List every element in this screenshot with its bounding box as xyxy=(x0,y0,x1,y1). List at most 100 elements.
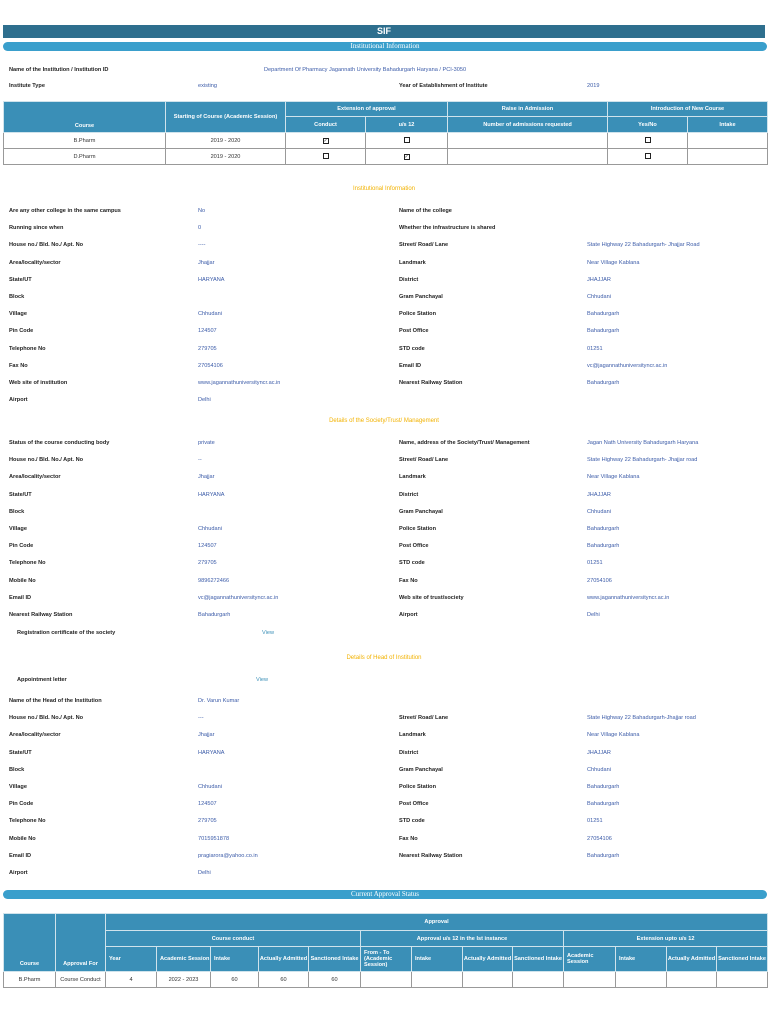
field-value: 9896272466 xyxy=(198,577,230,584)
field-label: Street/ Road/ Lane xyxy=(399,457,449,464)
field-label: State/UT xyxy=(9,276,32,283)
field-label: Fax No xyxy=(399,577,418,584)
table-cell: 60 xyxy=(258,971,309,988)
field-label: Post Office xyxy=(399,543,429,550)
field-value: HARYANA xyxy=(198,276,225,283)
field-value: HARYANA xyxy=(198,749,225,756)
field-value: pragiarora@yahoo.co.in xyxy=(198,852,258,859)
us12-checkbox[interactable] xyxy=(403,136,410,143)
yesno-checkbox[interactable] xyxy=(644,136,651,143)
header-approval: Approval xyxy=(104,913,768,931)
us12-checkbox[interactable]: ✓ xyxy=(403,153,410,160)
field-value: State Highway 22 Bahadurgarh- Jhajjar Ro… xyxy=(587,242,700,249)
field-value: 27054106 xyxy=(198,362,223,369)
header-us12-first: Approval u/s 12 in the Ist instance xyxy=(360,930,564,947)
field-label: Status of the course conducting body xyxy=(9,440,110,446)
field-label: Telephone No xyxy=(9,345,46,352)
field-label: Web site of trust/society xyxy=(399,594,464,601)
field-value: www.jagannathuniversityncr.ac.in xyxy=(587,594,670,601)
header-col: From - To (Academic Session) xyxy=(360,946,412,972)
field-label: Street/ Road/ Lane xyxy=(399,715,449,722)
field-label: Mobile No xyxy=(9,835,36,842)
table-cell xyxy=(462,971,513,988)
header-col: Sanctioned Intake xyxy=(308,946,361,972)
header-course: Course xyxy=(3,101,166,133)
table-cell: 2022 - 2023 xyxy=(156,971,211,988)
field-value: Jhajjar xyxy=(198,474,215,481)
field-label: Running since when xyxy=(9,225,64,232)
field-label: Area/locality/sector xyxy=(9,732,61,739)
field-label: Block xyxy=(9,766,25,773)
table-cell xyxy=(360,971,412,988)
field-value: Jhajjar xyxy=(198,259,215,266)
field-value: JHAJJAR xyxy=(587,491,611,498)
header-intro: Introduction of New Course xyxy=(607,101,768,117)
cell-us12 xyxy=(365,132,448,149)
field-label: Mobile No xyxy=(9,577,36,584)
field-label: Fax No xyxy=(399,835,418,842)
field-label: Block xyxy=(9,508,25,515)
table-cell xyxy=(563,971,616,988)
field-value: Dr. Varun Kumar xyxy=(198,698,240,704)
cell-num xyxy=(447,132,608,149)
field-label: Nearest Railway Station xyxy=(9,612,73,618)
conduct-checkbox[interactable]: ✓ xyxy=(322,137,329,144)
cell-yesno xyxy=(607,148,688,165)
field-value: Bahadurgarh xyxy=(587,801,620,808)
registration-certificate-view-link[interactable]: View xyxy=(262,630,274,636)
field-value: Bahadurgarh xyxy=(198,612,231,618)
header-course-conduct: Course conduct xyxy=(105,930,361,947)
registration-certificate-label: Registration certificate of the society xyxy=(17,630,116,636)
header-raise: Raise in Admission xyxy=(447,101,608,117)
cell-num xyxy=(447,148,608,165)
year-established-label: Year of Establishment of Institute xyxy=(399,83,488,89)
table-cell: 60 xyxy=(308,971,361,988)
field-label: Airport xyxy=(9,870,28,876)
cell-yesno xyxy=(607,132,688,149)
field-value: Chhudani xyxy=(587,508,611,515)
appointment-letter-label: Appointment letter xyxy=(17,677,67,683)
field-value: 279705 xyxy=(198,560,217,567)
field-label: Pin Code xyxy=(9,801,34,808)
field-value: 01251 xyxy=(587,818,603,825)
conduct-checkbox[interactable] xyxy=(322,152,329,159)
appointment-letter-view-link[interactable]: View xyxy=(256,677,268,683)
field-value: -- xyxy=(198,457,202,464)
header-col: Actually Admitted xyxy=(462,946,513,972)
field-label: Web site of institution xyxy=(9,380,68,386)
header-col: Sanctioned Intake xyxy=(512,946,564,972)
field-label: Email ID xyxy=(9,594,32,601)
field-value: Near Village Kablana xyxy=(587,474,640,481)
field-value: Bahadurgarh xyxy=(587,526,620,532)
field-label: Area/locality/sector xyxy=(9,474,61,481)
field-value: 279705 xyxy=(198,818,217,825)
table-cell xyxy=(715,971,768,988)
table-cell: Course Conduct xyxy=(55,971,106,988)
institution-name-label: Name of the Institution / Institution ID xyxy=(9,67,109,73)
header-course: Course xyxy=(3,913,56,972)
header-col: Academic Session xyxy=(563,946,616,972)
yesno-checkbox[interactable] xyxy=(644,152,651,159)
field-value: Chhudani xyxy=(587,294,611,300)
field-label: Name of the Head of the Institution xyxy=(9,698,102,704)
cell-conduct xyxy=(285,148,366,165)
table-row: D.Pharm 2019 - 2020 ✓ xyxy=(3,148,768,165)
header-extension: Extension of approval xyxy=(285,101,448,117)
table-cell: 60 xyxy=(210,971,259,988)
field-label: Whether the infrastructure is shared xyxy=(399,225,496,232)
header-col: Sanctioned Intake xyxy=(715,946,768,972)
field-label: Gram Panchayal xyxy=(399,294,443,300)
field-value: 27054106 xyxy=(587,577,612,584)
header-us12: u/s 12 xyxy=(365,116,448,133)
field-value: Near Village Kablana xyxy=(587,259,640,266)
field-label: Landmark xyxy=(399,259,426,266)
field-value: www.jagannathuniversityncr.ac.in xyxy=(198,380,281,386)
field-value: State Highway 22 Bahadurgarh- Jhajjar ro… xyxy=(587,457,698,464)
header-yesno: Yes/No xyxy=(607,116,688,133)
header-conduct: Conduct xyxy=(285,116,366,133)
field-label: House no./ Bld. No./ Apt. No xyxy=(9,457,84,464)
approval-table: Course Approval For Approval Course conduc… xyxy=(3,913,768,988)
field-label: Fax No xyxy=(9,362,28,369)
field-value: vc@jagannathuniversityncr.ac.in xyxy=(198,594,279,601)
field-label: Landmark xyxy=(399,474,426,481)
